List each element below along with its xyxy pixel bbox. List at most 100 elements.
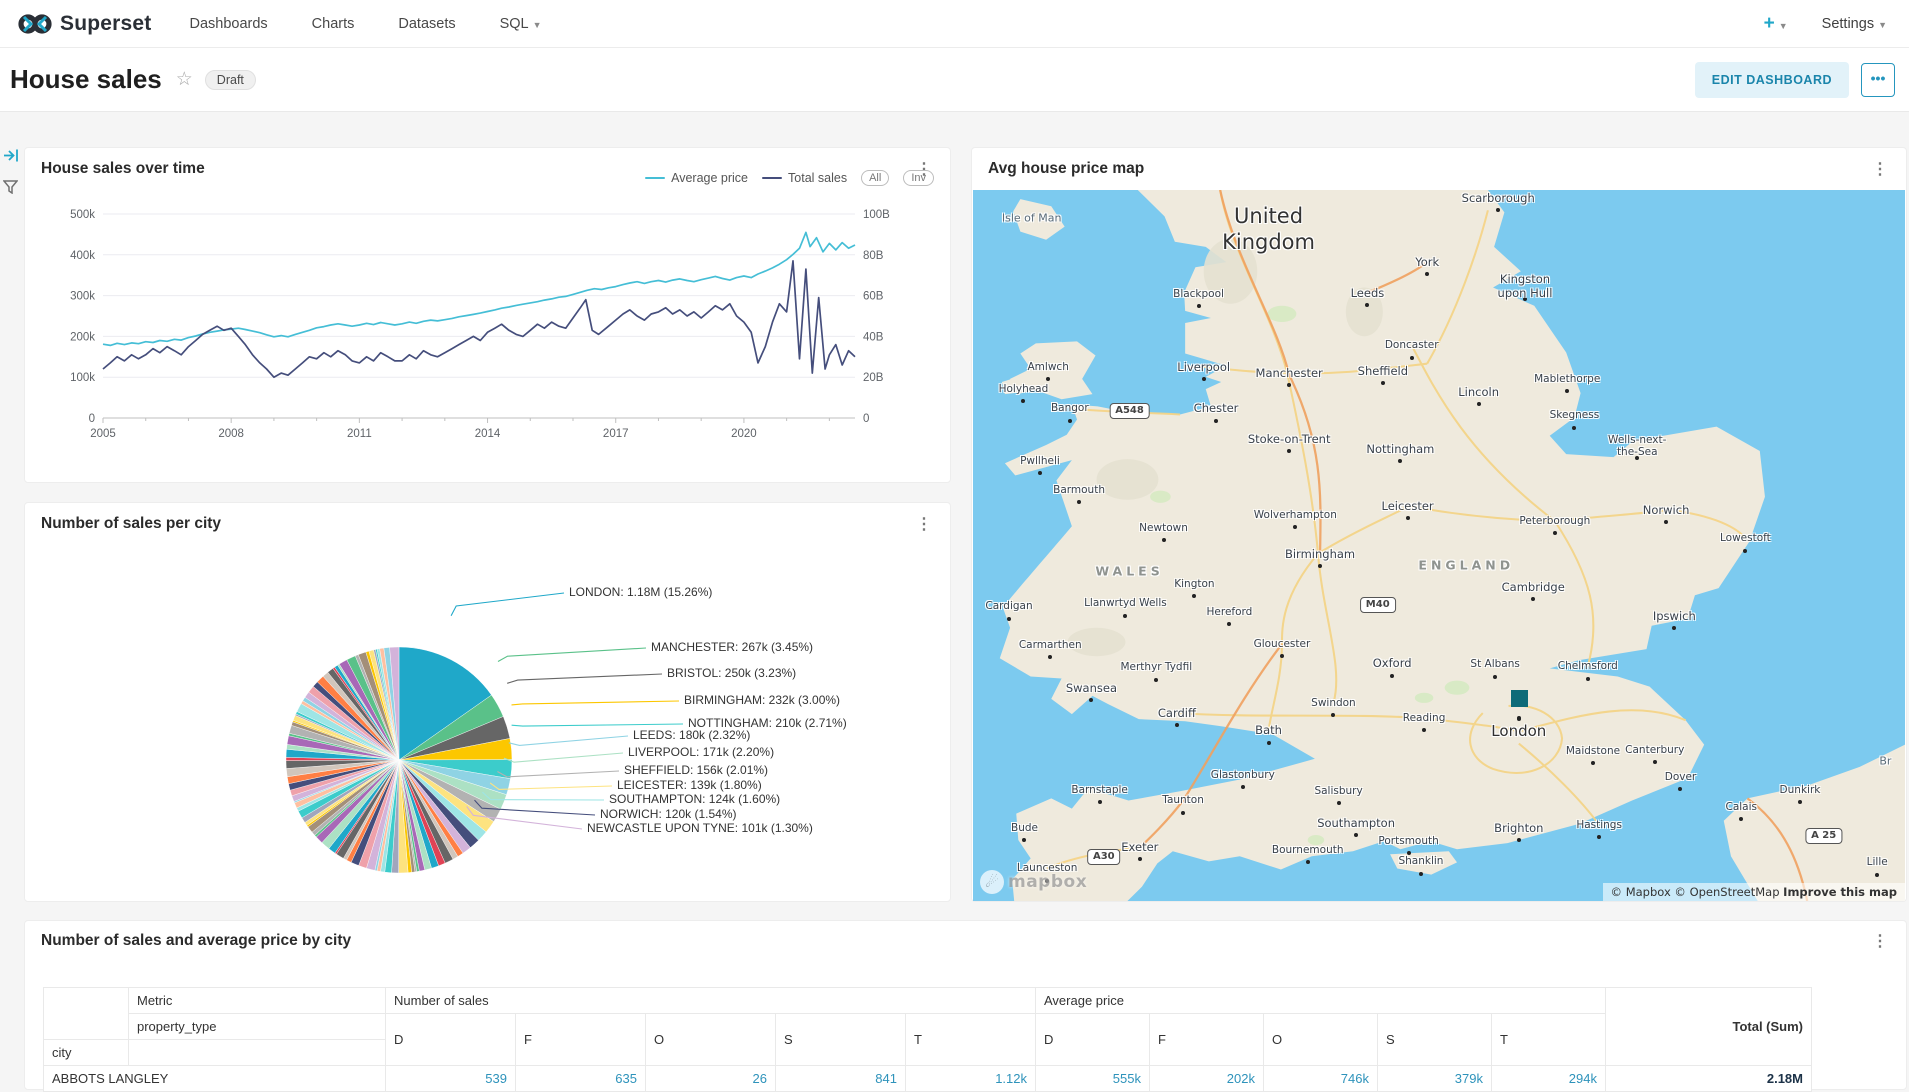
column-group-number-of-sales: Number of sales [386,988,1036,1014]
map-city-dot [1280,654,1284,658]
map-label: Scarborough [1462,191,1535,205]
map-city-dot [1419,872,1423,876]
superset-logo[interactable]: Superset [18,11,151,37]
filter-funnel-icon[interactable] [3,180,18,199]
more-actions-button[interactable]: ••• [1861,63,1895,97]
map-label: United Kingdom [1222,202,1315,255]
map-city-dot [1227,622,1231,626]
svg-text:2017: 2017 [603,428,629,440]
map-label: Wells-next- the-Sea [1608,434,1666,458]
map-label: Sheffield [1358,364,1408,378]
map-city-dot [1425,272,1429,276]
map-city-dot [1038,471,1042,475]
map-label: Birmingham [1285,547,1355,561]
map-label: Manchester [1256,366,1323,380]
legend-all-button[interactable]: All [861,170,889,186]
legend-inv-button[interactable]: Inv [903,170,934,186]
sales-value: 539 [386,1066,516,1092]
map-label: Blackpool [1173,288,1224,300]
legend-total-sales[interactable]: Total sales [762,171,847,185]
svg-text:200k: 200k [70,331,95,343]
legend-swatch [645,177,665,179]
map-city-dot [1068,419,1072,423]
road-badge: A548 [1109,403,1150,419]
map-city-dot [1406,516,1410,520]
nav-menu: Dashboards Charts Datasets SQL▼ [189,16,541,32]
map-city-dot [1653,760,1657,764]
osm-attribution-link[interactable]: © OpenStreetMap [1674,885,1779,899]
svg-text:2014: 2014 [475,428,501,440]
legend-average-price[interactable]: Average price [645,171,748,185]
line-chart-canvas[interactable]: 00100k20B200k40B300k60B400k80B500k100B20… [35,200,935,472]
chart-title: House sales over time [41,160,205,178]
page-title: House sales [10,64,162,95]
map-label: St Albans [1470,658,1519,670]
sales-value: 635 [516,1066,646,1092]
svg-text:60B: 60B [863,291,884,303]
chart-card-sales-and-price-table: Number of sales and average price by cit… [24,920,1907,1090]
map-label: Maidstone [1566,745,1620,757]
pie-slice-label: BRISTOL: 250k (3.23%) [667,666,796,680]
chart-menu-kebab-icon[interactable]: ⋮ [1868,159,1892,179]
map-city-dot [1597,835,1601,839]
chart-menu-kebab-icon[interactable]: ⋮ [912,514,936,534]
map-label: Isle of Man [1002,212,1062,225]
map-city-dot [1553,531,1557,535]
new-item-button[interactable]: +▼ [1764,13,1788,35]
map-label: Kington [1174,578,1214,590]
total-sum-header: Total (Sum) [1606,988,1812,1066]
mapbox-logo[interactable]: ☄ mapbox [980,870,1087,894]
map-city-dot [1422,728,1426,732]
map-label: Doncaster [1385,339,1439,351]
map-label: Ipswich [1653,609,1696,623]
expand-filter-bar-icon[interactable] [3,148,20,168]
property-type-header: S [776,1014,906,1066]
svg-text:40B: 40B [863,331,884,343]
property-type-header: O [1264,1014,1378,1066]
map-city-dot [1875,873,1879,877]
nav-item-sql[interactable]: SQL▼ [500,16,542,32]
map-label: Exeter [1121,840,1158,854]
nav-item-dashboards[interactable]: Dashboards [189,16,267,32]
map-label: Bath [1255,723,1282,737]
map-city-dot [1743,549,1747,553]
improve-map-link[interactable]: Improve this map [1783,885,1897,899]
pie-slice-label: NORWICH: 120k (1.54%) [600,807,736,821]
road-badge: A 25 [1805,828,1842,844]
edit-dashboard-button[interactable]: EDIT DASHBOARD [1695,62,1849,98]
svg-text:20B: 20B [863,372,884,384]
map-city-dot [1162,538,1166,542]
map-city-dot [1077,500,1081,504]
map-label: York [1415,255,1439,269]
mapbox-map[interactable]: © Mapbox © OpenStreetMap Improve this ma… [973,190,1905,901]
total-value: 2.18M [1606,1066,1812,1092]
map-city-dot [1672,626,1676,630]
nav-item-charts[interactable]: Charts [312,16,355,32]
road-badge: M40 [1360,597,1396,613]
map-city-dot [1287,449,1291,453]
favorite-star-icon[interactable]: ☆ [176,68,193,91]
chart-menu-kebab-icon[interactable]: ⋮ [1868,931,1892,951]
map-label: Norwich [1643,503,1690,517]
top-navbar: Superset Dashboards Charts Datasets SQL▼… [0,0,1909,48]
map-city-dot [1197,304,1201,308]
map-city-dot [1365,303,1369,307]
map-label: Lincoln [1458,385,1499,399]
svg-text:100B: 100B [863,209,890,221]
map-label: Mablethorpe [1534,373,1600,385]
line-legend: Average price Total sales All Inv [645,170,934,186]
chart-title: Number of sales per city [41,515,221,533]
map-label: Glastonbury [1211,769,1275,781]
pivot-table: MetricNumber of salesAverage priceTotal … [43,987,1812,1092]
map-label: Newtown [1139,522,1188,534]
svg-text:300k: 300k [70,291,95,303]
map-city-dot [1586,677,1590,681]
svg-text:500k: 500k [70,209,95,221]
nav-item-datasets[interactable]: Datasets [398,16,455,32]
map-label: Lowestoft [1720,532,1771,544]
pie-slice-label: BIRMINGHAM: 232k (3.00%) [684,693,840,707]
mapbox-attribution-link[interactable]: © Mapbox [1611,885,1671,899]
settings-menu[interactable]: Settings▼ [1822,16,1887,32]
map-label: Amlwch [1028,361,1069,373]
map-label: Liverpool [1177,360,1230,374]
